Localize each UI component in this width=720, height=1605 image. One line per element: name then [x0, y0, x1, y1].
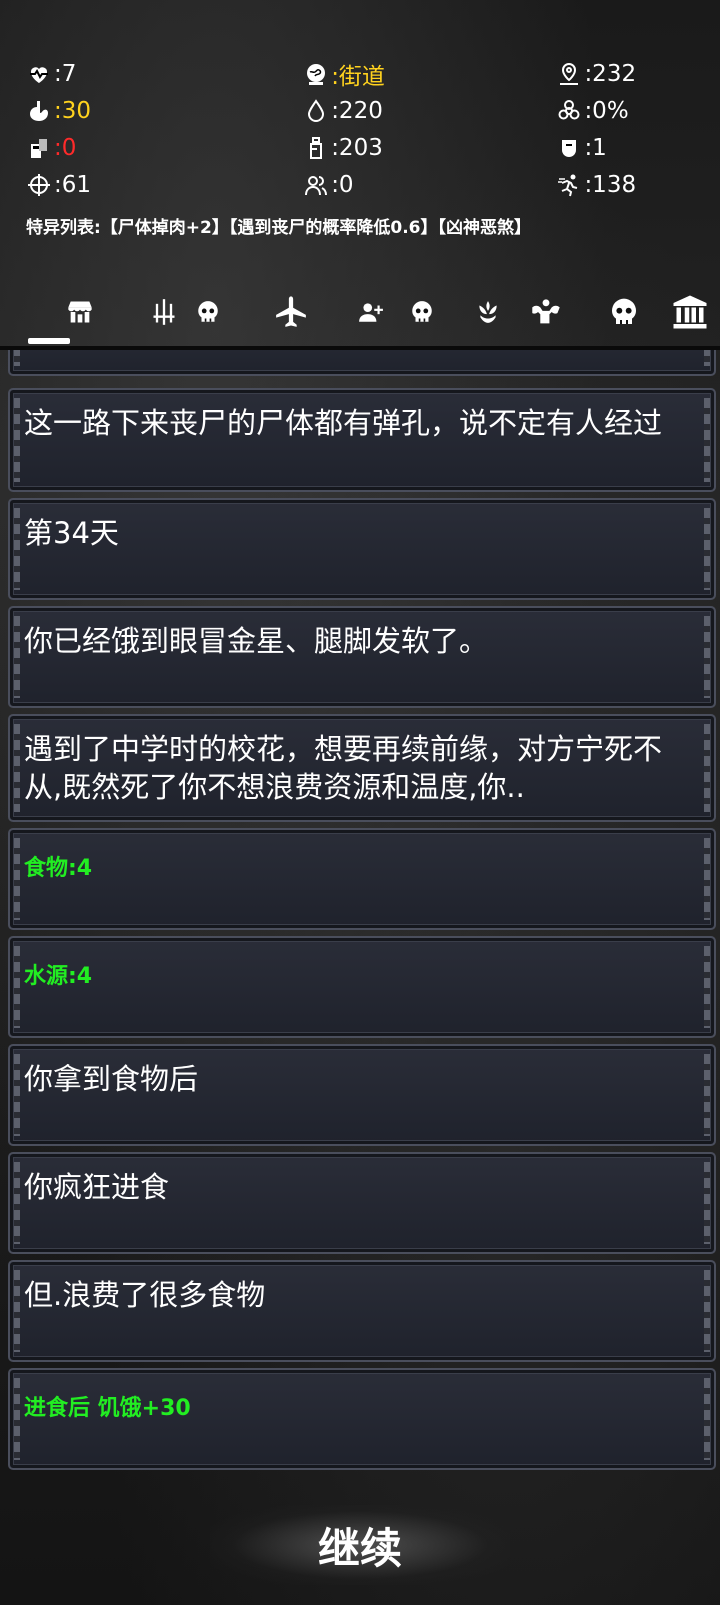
stat-item: :0 [26, 135, 303, 161]
tab-weapons[interactable] [146, 290, 182, 338]
list-item: 你拿到食物后 [8, 1044, 716, 1146]
supplies-icon [26, 135, 52, 161]
bank-icon [671, 294, 709, 334]
map-pin-icon [556, 61, 582, 87]
log-text: 这一路下来丧尸的尸体都有弹孔，说不定有人经过 [24, 406, 663, 440]
log-text: 你拿到食物后 [24, 1062, 199, 1096]
stat-accuracy-value: :61 [54, 171, 92, 198]
event-log[interactable]: 这一路下来丧尸的尸体都有弹孔，说不定有人经过 第34天 你已经饿到眼冒金星、腿脚… [0, 350, 720, 1500]
list-item: 第34天 [8, 498, 716, 600]
stat-kills-value: :138 [584, 171, 637, 198]
tab-boss[interactable] [604, 290, 644, 338]
list-item: 但.浪费了很多食物 [8, 1260, 716, 1362]
list-item [8, 350, 716, 376]
list-item: 你疯狂进食 [8, 1152, 716, 1254]
stat-kills: :138 [556, 172, 706, 198]
armor-icon [556, 135, 582, 161]
stat-infection-value: :0% [584, 97, 629, 124]
airplane-icon [274, 295, 308, 333]
stat-bottle-value: :203 [331, 134, 383, 161]
continue-button[interactable]: 继续 [210, 1505, 510, 1585]
tab-talent[interactable] [470, 290, 506, 338]
traits-list: 特异列表:【尸体掉肉+2】【遇到丧尸的概率降低0.6】【凶神恶煞】 [26, 218, 531, 238]
tab-zombie[interactable] [190, 290, 226, 338]
tab-bar [0, 290, 720, 350]
log-text: 你已经饿到眼冒金星、腿脚发软了。 [24, 624, 489, 658]
log-text: 第34天 [24, 516, 119, 550]
strength-icon [530, 298, 562, 330]
stat-distance-value: :232 [584, 60, 637, 87]
stat-companions: :0 [303, 172, 556, 198]
stats-panel: :7 :街道 :232 :30 :220:0%:0:203:1:61 … [26, 55, 706, 203]
stat-hunger-value: :30 [54, 97, 92, 124]
stat-water-value: :220 [331, 97, 383, 124]
stat-hunger: :30 [26, 98, 303, 124]
tab-horde[interactable] [404, 290, 440, 338]
stat-companions-value: :0 [331, 171, 354, 198]
stat-location: :街道 [303, 57, 556, 91]
log-text: 进食后 饥饿+30 [24, 1396, 191, 1421]
tab-travel[interactable] [270, 290, 312, 338]
list-item: 遇到了中学时的校花，想要再续前缘，对方宁死不从,既然死了你不想浪费资源和温度,你… [8, 714, 716, 822]
list-item: 这一路下来丧尸的尸体都有弹孔，说不定有人经过 [8, 388, 716, 492]
stat-item-value: :0 [54, 134, 77, 161]
log-text: 水源:4 [24, 964, 93, 989]
stomach-icon [26, 98, 52, 124]
stat-health: :7 [26, 61, 303, 87]
water-drop-icon [303, 98, 329, 124]
stat-bottle: :203 [303, 135, 556, 161]
stat-location-value: :街道 [331, 63, 385, 90]
skull-icon [608, 296, 640, 332]
add-person-icon [358, 299, 384, 329]
log-text: 但.浪费了很多食物 [24, 1278, 266, 1312]
tab-bank[interactable] [668, 290, 712, 338]
tab-training[interactable] [526, 290, 566, 338]
stat-infection: :0% [556, 98, 706, 124]
list-item: 你已经饿到眼冒金星、腿脚发软了。 [8, 606, 716, 708]
log-text: 遇到了中学时的校花，想要再续前缘，对方宁死不从,既然死了你不想浪费资源和温度,你… [24, 732, 663, 804]
skull-icon [409, 299, 435, 329]
tab-shop[interactable] [62, 290, 98, 338]
stat-armor-value: :1 [584, 134, 607, 161]
stat-health-value: :7 [54, 60, 77, 87]
stat-armor: :1 [556, 135, 706, 161]
shop-icon [66, 298, 94, 330]
running-man-icon [556, 172, 582, 198]
log-text: 你疯狂进食 [24, 1170, 170, 1204]
weapons-icon [150, 298, 178, 330]
crosshair-icon [26, 172, 52, 198]
globe-person-icon [303, 61, 329, 87]
list-item: 食物:4 [8, 828, 716, 930]
stat-water: :220 [303, 98, 556, 124]
heartbeat-icon [26, 61, 52, 87]
list-item: 进食后 饥饿+30 [8, 1368, 716, 1470]
stat-accuracy: :61 [26, 172, 303, 198]
group-icon [303, 172, 329, 198]
lotus-icon [475, 299, 501, 329]
log-text: 食物:4 [24, 856, 93, 881]
list-item: 水源:4 [8, 936, 716, 1038]
stat-distance: :232 [556, 61, 706, 87]
skull-icon [195, 299, 221, 329]
biohazard-icon [556, 98, 582, 124]
tab-recruit[interactable] [354, 290, 388, 338]
bottle-icon [303, 135, 329, 161]
tab-selected-indicator [28, 338, 70, 344]
